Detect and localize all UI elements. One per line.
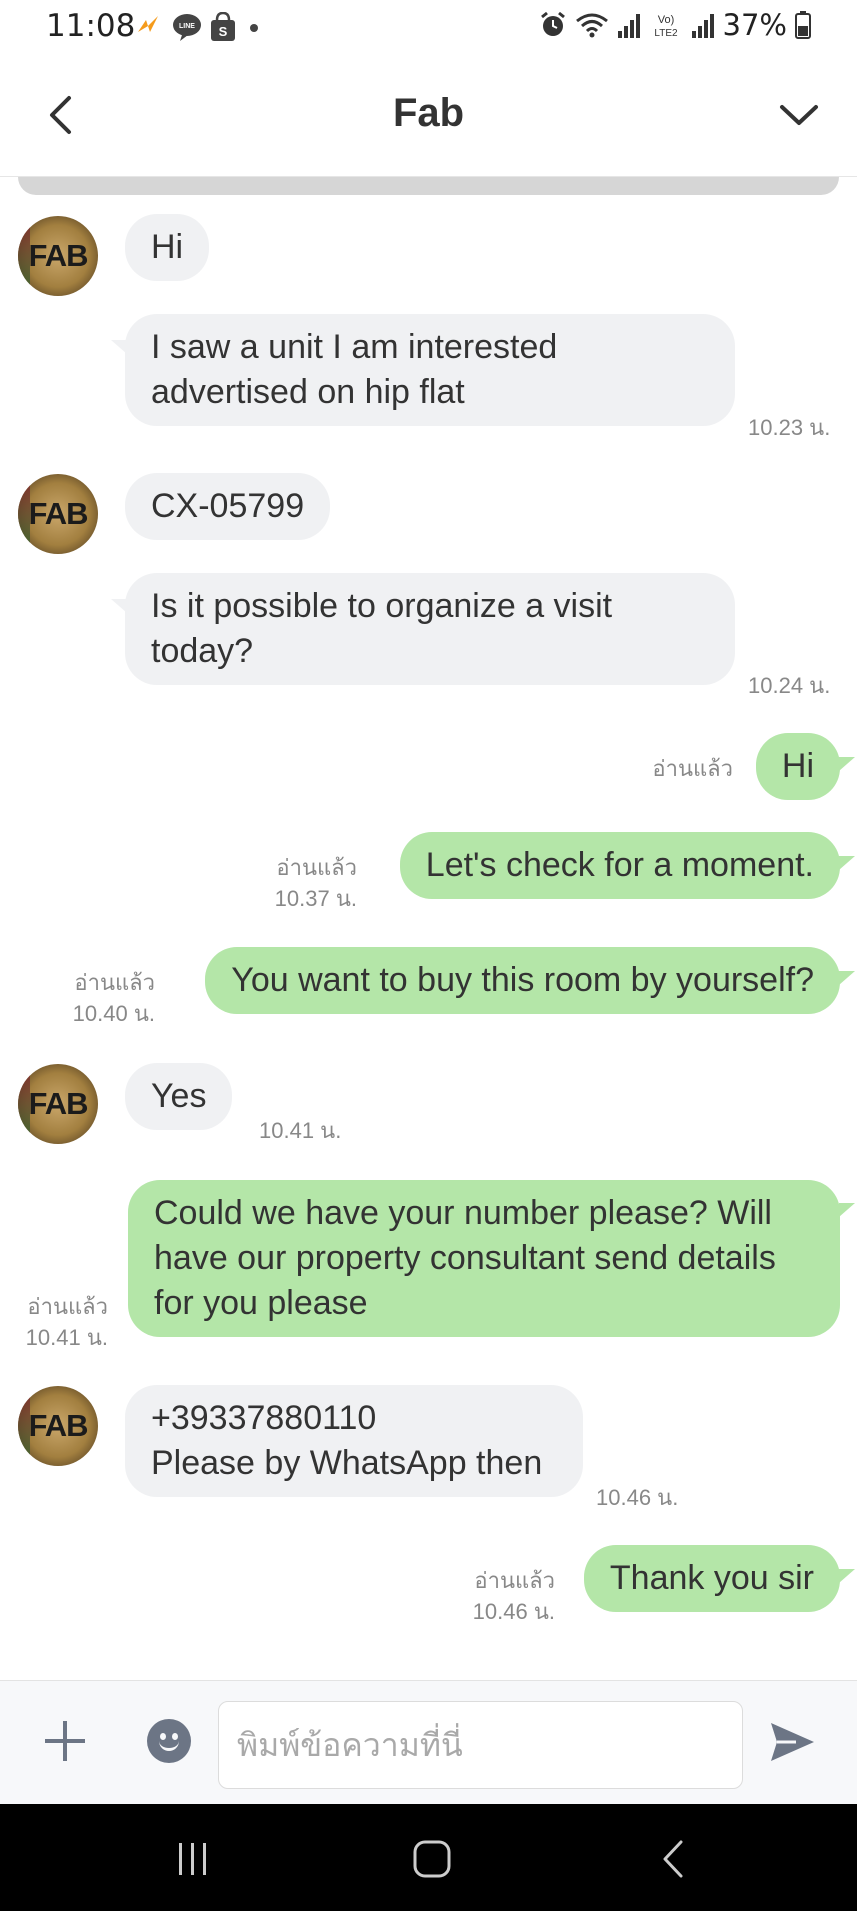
dot-icon [250, 24, 258, 32]
send-icon [771, 1723, 814, 1761]
status-left-icons: LINE S [134, 12, 264, 42]
chat-area[interactable]: FAB Hi I saw a unit I am interested adve… [0, 177, 857, 1680]
avatar-text: FAB [28, 238, 89, 273]
avatar-text: FAB [28, 1408, 89, 1443]
message-time: 10.23 น. [748, 415, 831, 440]
back-nav-button[interactable] [643, 1834, 703, 1884]
avatar-text: FAB [28, 1086, 89, 1121]
read-receipt: อ่านแล้ว [74, 970, 155, 995]
emoji-eye [160, 1733, 166, 1740]
message-bubble-incoming[interactable]: Is it possible to organize a visit today… [125, 573, 735, 685]
status-time: 11:08 [46, 8, 136, 44]
avatar[interactable]: FAB [18, 474, 98, 554]
signal-icon [617, 14, 640, 38]
line-icon: LINE [173, 14, 201, 41]
bubble-tail [839, 1203, 855, 1217]
chevron-down-icon [780, 105, 818, 125]
status-bar: 11:08 LINE S Vo) LTE2 37% [0, 0, 857, 55]
volte-icon: Vo) LTE2 [654, 14, 678, 39]
message-bubble-incoming[interactable]: CX-05799 [125, 473, 331, 540]
home-icon [413, 1840, 451, 1878]
alarm-icon [540, 11, 565, 36]
message-time: 10.41 น. [25, 1325, 108, 1350]
home-button[interactable] [402, 1834, 462, 1884]
svg-text:Vo): Vo) [657, 14, 674, 26]
read-receipt: อ่านแล้ว [652, 756, 733, 781]
message-bubble-incoming[interactable]: Hi [125, 214, 210, 281]
recent-apps-icon [179, 1843, 206, 1875]
message-bubble-outgoing[interactable]: Hi [755, 733, 840, 800]
avatar-flag [18, 1386, 30, 1466]
battery-icon [795, 11, 811, 39]
battery-percent: 37% [722, 8, 787, 42]
message-input[interactable] [218, 1701, 743, 1789]
emoji-icon[interactable] [147, 1719, 191, 1763]
bubble-tail [839, 971, 855, 985]
message-time: 10.40 น. [72, 1001, 155, 1026]
message-bubble-incoming[interactable]: +39337880110 Please by WhatsApp then [125, 1385, 583, 1497]
message-time: 10.46 น. [472, 1599, 555, 1624]
send-button[interactable] [768, 1719, 816, 1765]
avatar-flag [18, 216, 30, 296]
plus-icon[interactable] [42, 1718, 88, 1764]
emoji-eye [172, 1733, 178, 1740]
avatar[interactable]: FAB [18, 1064, 98, 1144]
system-nav-bar [0, 1804, 857, 1911]
avatar[interactable]: FAB [18, 216, 98, 296]
avatar-text: FAB [28, 496, 89, 531]
signal-icon [691, 14, 714, 38]
message-bubble-outgoing[interactable]: Could we have your number please? Will h… [128, 1180, 840, 1337]
read-receipt: อ่านแล้ว [474, 1568, 555, 1593]
chat-title: Fab [392, 91, 465, 135]
wifi-icon [575, 13, 608, 38]
read-receipt: อ่านแล้ว [27, 1294, 108, 1319]
svg-text:LINE: LINE [179, 23, 195, 30]
recent-apps-button[interactable] [163, 1834, 223, 1884]
emoji-mouth [159, 1741, 179, 1751]
input-bar [0, 1680, 857, 1804]
message-time: 10.46 น. [596, 1485, 679, 1510]
back-icon [663, 1840, 683, 1878]
read-receipt: อ่านแล้ว [276, 855, 357, 880]
bubble-tail [839, 1569, 855, 1583]
chat-header: Fab [0, 55, 857, 177]
message-bubble-outgoing[interactable]: You want to buy this room by yourself? [205, 947, 840, 1014]
status-right-icons: Vo) LTE2 37% [539, 8, 811, 42]
message-time: 10.24 น. [748, 673, 831, 698]
svg-text:LTE2: LTE2 [654, 28, 678, 39]
message-bubble-outgoing[interactable]: Thank you sir [583, 1545, 840, 1612]
shopee-icon: S [211, 12, 235, 41]
message-time: 10.41 น. [259, 1118, 342, 1143]
svg-text:S: S [219, 24, 228, 39]
message-bubble-outgoing[interactable]: Let's check for a moment. [399, 832, 840, 899]
message-time: 10.37 น. [274, 886, 357, 911]
avatar[interactable]: FAB [18, 1386, 98, 1466]
charging-app-icon [138, 16, 158, 32]
message-bubble-incoming[interactable]: I saw a unit I am interested advertised … [125, 314, 735, 426]
bubble-tail [839, 856, 855, 870]
message-bubble-incoming[interactable]: Yes [125, 1063, 233, 1130]
bubble-tail [839, 757, 855, 771]
avatar-flag [18, 474, 30, 554]
avatar-flag [18, 1064, 30, 1144]
menu-toggle-button[interactable] [775, 95, 823, 135]
